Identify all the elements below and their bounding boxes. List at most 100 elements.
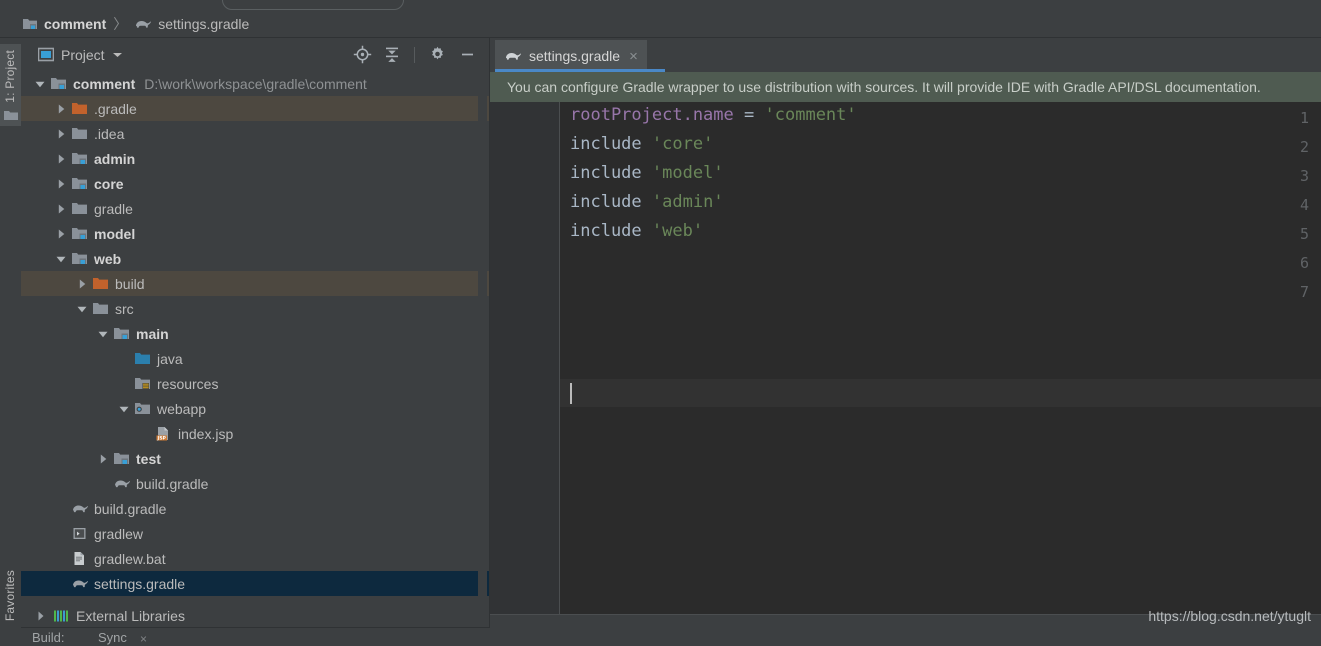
module-folder-icon <box>50 76 67 91</box>
close-icon[interactable]: × <box>629 48 638 65</box>
project-tree[interactable]: comment D:\work\workspace\gradle\comment.… <box>21 71 490 604</box>
tree-row[interactable]: gradlew.bat <box>21 546 490 571</box>
tree-row-label: src <box>115 300 134 317</box>
tree-row[interactable]: src <box>21 296 490 321</box>
tree-row-label: webapp <box>157 400 207 417</box>
tree-row[interactable]: .gradle <box>21 96 490 121</box>
tree-row[interactable]: core <box>21 171 490 196</box>
code-line: include 'web' <box>570 221 704 241</box>
tree-row-label: .idea <box>94 125 125 142</box>
gradle-file-icon <box>113 476 130 491</box>
line-number: 2 <box>1299 138 1309 156</box>
module-folder-icon <box>71 176 88 191</box>
minimize-icon[interactable] <box>454 42 480 68</box>
tree-row-label: test <box>136 450 161 467</box>
tool-window-tab-project-label: 1: Project <box>3 50 17 103</box>
project-toolbar: Project <box>21 38 490 71</box>
gutter-border <box>559 102 560 614</box>
line-number: 3 <box>1299 167 1309 185</box>
project-view-selector[interactable]: Project <box>38 47 123 63</box>
tree-row[interactable]: web <box>21 246 490 271</box>
breadcrumb-item-project[interactable]: comment <box>22 16 106 32</box>
module-folder-icon <box>113 326 130 341</box>
twisty-down-icon[interactable] <box>34 78 46 90</box>
external-libraries-icon <box>53 609 69 623</box>
webapp-folder-icon <box>134 401 151 416</box>
tree-row[interactable]: resources <box>21 371 490 396</box>
folder-icon <box>71 201 88 216</box>
excluded-folder-icon <box>71 101 88 116</box>
tree-row-label: index.jsp <box>178 425 234 442</box>
notification-text: You can configure Gradle wrapper to use … <box>507 79 1261 95</box>
text-caret <box>570 383 572 404</box>
tree-row-external-libraries[interactable]: External Libraries <box>21 604 489 627</box>
tree-row[interactable]: main <box>21 321 490 346</box>
tree-row[interactable]: admin <box>21 146 490 171</box>
twisty-down-icon[interactable] <box>76 303 88 315</box>
tree-row-label: .gradle <box>94 100 137 117</box>
code-line: include 'core' <box>570 134 714 154</box>
tree-row-label: gradle <box>94 200 133 217</box>
code-editor[interactable]: 1 2 3 4 5 6 7 rootProject.name = 'comment' inclu… <box>490 102 1321 614</box>
caret-line-highlight <box>560 379 1321 407</box>
module-folder-icon <box>113 451 130 466</box>
editor-tab-settings-gradle[interactable]: settings.gradle × <box>495 40 647 72</box>
twisty-down-icon[interactable] <box>55 253 67 265</box>
tree-row[interactable]: java <box>21 346 490 371</box>
tree-row-label: build <box>115 275 145 292</box>
editor-gutter[interactable] <box>490 102 559 614</box>
left-tool-strip <box>0 38 22 642</box>
collapse-all-icon[interactable] <box>379 42 405 68</box>
locate-icon[interactable] <box>349 42 375 68</box>
twisty-right-icon[interactable] <box>55 228 67 240</box>
twisty-down-icon[interactable] <box>97 328 109 340</box>
tree-row[interactable]: build <box>21 271 490 296</box>
tree-row[interactable]: build.gradle <box>21 496 490 521</box>
line-number: 1 <box>1299 109 1309 127</box>
tree-row[interactable]: comment D:\work\workspace\gradle\comment <box>21 71 490 96</box>
source-root-icon <box>134 351 151 366</box>
code-line: include 'admin' <box>570 192 724 212</box>
tree-row[interactable]: settings.gradle <box>21 571 490 596</box>
project-tool-window: Project comment D:\work\workspace\gradle… <box>21 38 490 604</box>
twisty-right-icon[interactable] <box>55 128 67 140</box>
module-folder-icon <box>71 226 88 241</box>
ide-window: comment 〉 settings.gradle 1: Project Fav… <box>0 0 1321 646</box>
tree-row[interactable]: gradle <box>21 196 490 221</box>
breadcrumb-project-label: comment <box>44 15 107 32</box>
module-folder-icon <box>71 251 88 266</box>
tree-row[interactable]: JSP index.jsp <box>21 421 490 446</box>
project-tree-scrollbar[interactable] <box>478 38 965 638</box>
build-tool-window-label[interactable]: Build: <box>32 630 65 645</box>
twisty-right-icon[interactable] <box>97 453 109 465</box>
module-folder-icon <box>71 151 88 166</box>
tree-row[interactable]: gradlew <box>21 521 490 546</box>
tree-row[interactable]: webapp <box>21 396 490 421</box>
tree-row-label: model <box>94 225 136 242</box>
tree-row-label: build.gradle <box>94 500 167 517</box>
twisty-right-icon[interactable] <box>55 103 67 115</box>
twisty-right-icon[interactable] <box>55 153 67 165</box>
close-icon[interactable]: × <box>140 632 147 646</box>
twisty-right-icon[interactable] <box>76 278 88 290</box>
twisty-right-icon[interactable] <box>35 610 47 622</box>
tree-row-label: core <box>94 175 124 192</box>
twisty-down-icon[interactable] <box>118 403 130 415</box>
tree-row[interactable]: .idea <box>21 121 490 146</box>
twisty-right-icon[interactable] <box>55 203 67 215</box>
tree-row[interactable]: model <box>21 221 490 246</box>
gradle-file-icon <box>504 49 522 63</box>
search-everywhere-field[interactable] <box>222 0 404 10</box>
breadcrumb-item-file[interactable]: settings.gradle <box>134 16 249 32</box>
chevron-down-icon <box>112 51 123 59</box>
tree-row-label: resources <box>157 375 219 392</box>
gear-icon[interactable] <box>424 42 450 68</box>
tree-row[interactable]: test <box>21 446 490 471</box>
tree-row[interactable]: build.gradle <box>21 471 490 496</box>
sync-tab-label[interactable]: Sync <box>98 630 127 645</box>
gradle-file-icon <box>71 576 88 591</box>
line-number: 4 <box>1299 196 1309 214</box>
tree-row-label: java <box>157 350 183 367</box>
twisty-right-icon[interactable] <box>55 178 67 190</box>
tree-row-label: gradlew.bat <box>94 550 166 567</box>
